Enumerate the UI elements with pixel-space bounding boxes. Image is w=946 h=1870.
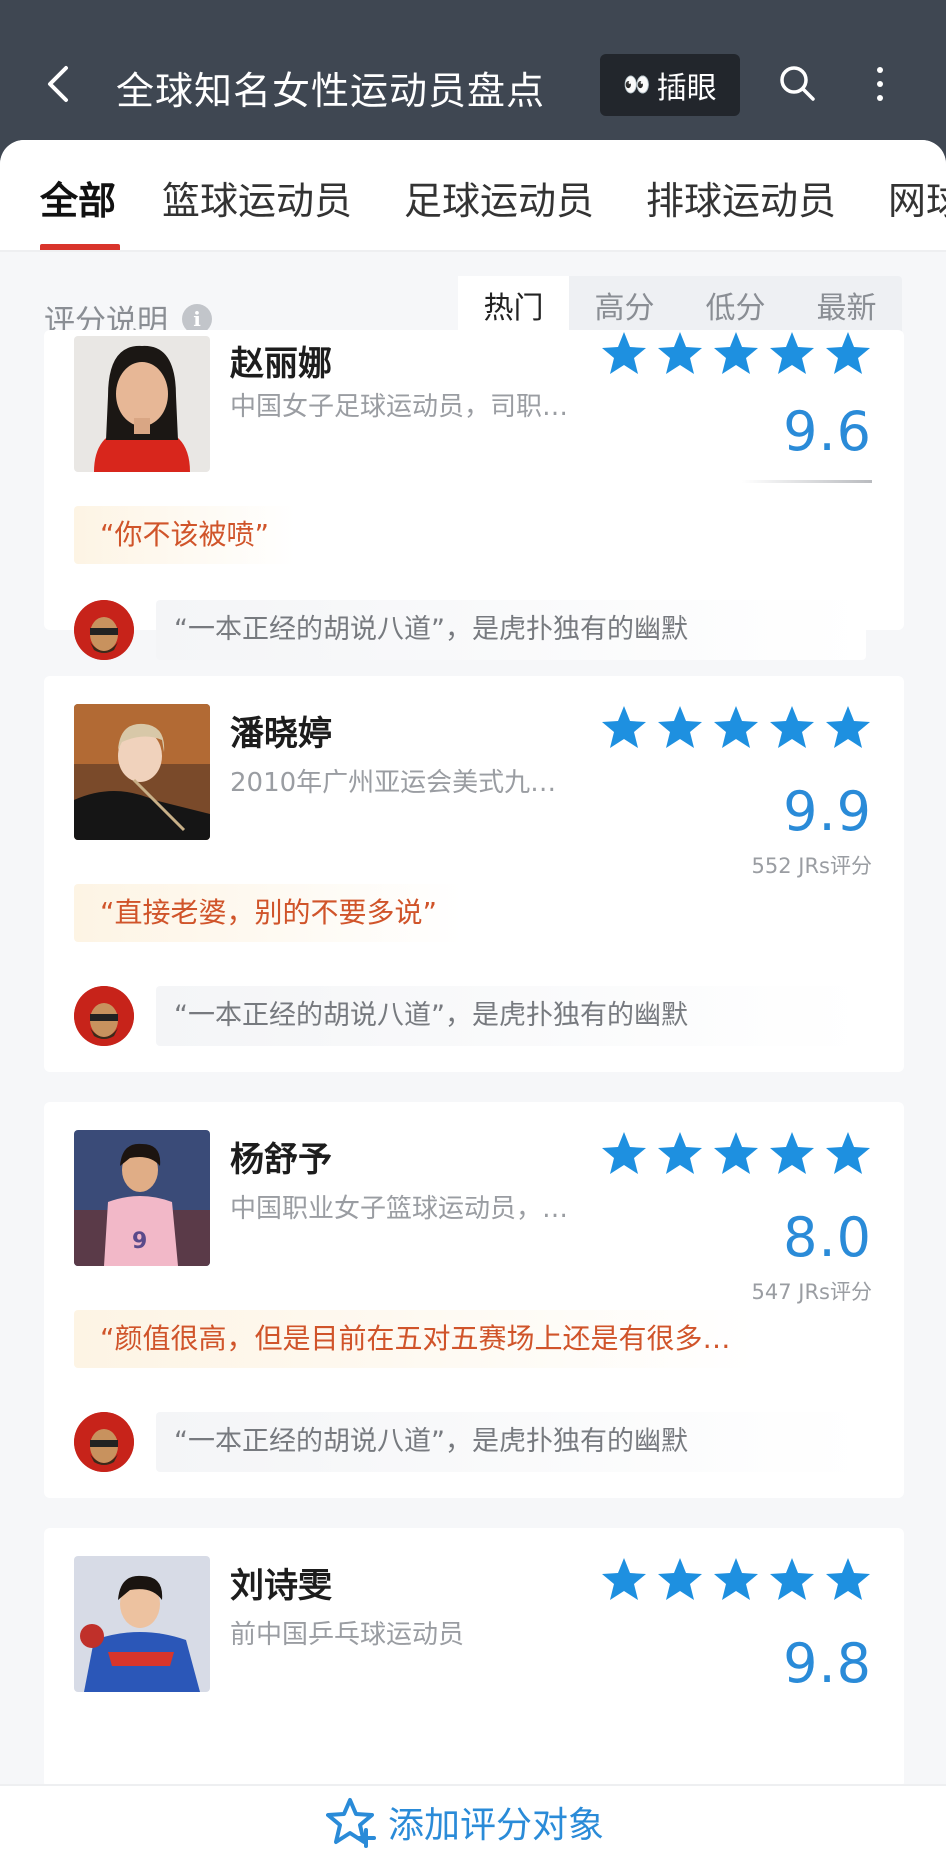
peek-label: 插眼 — [656, 71, 717, 106]
star-rating — [600, 1556, 872, 1602]
athlete-score: 9.9 — [783, 780, 872, 843]
top-bar: 全球知名女性运动员盘点 👀 插眼 — [0, 0, 946, 150]
tab-tennis[interactable]: 网球 — [888, 170, 946, 225]
athlete-card[interactable]: 赵丽娜 中国女子足球运动员，司职… 9.6 “你不该被喷” “一本正经的胡说八道… — [44, 330, 904, 660]
avatar — [74, 986, 134, 1046]
info-icon: i — [182, 303, 212, 334]
top-comment[interactable]: “一本正经的胡说八道”，是虎扑独有的幽默 — [156, 1412, 866, 1472]
active-tab-indicator — [40, 244, 120, 250]
star-icon — [602, 706, 646, 748]
athlete-name: 潘晓婷 — [230, 714, 332, 754]
category-tabs: 全部 篮球运动员 足球运动员 排球运动员 网球 — [0, 140, 946, 252]
star-icon — [826, 332, 870, 374]
athlete-name: 刘诗雯 — [230, 1566, 332, 1606]
top-quote: “颜值很高，但是目前在五对五赛场上还是有很多… — [74, 1310, 757, 1368]
athlete-card[interactable]: 潘晓婷 2010年广州亚运会美式九… 9.9 552 JRs评分 “直接老婆，别… — [44, 676, 904, 1072]
star-icon — [826, 706, 870, 748]
athlete-photo — [74, 1556, 210, 1692]
star-icon — [658, 1558, 702, 1600]
tab-basketball[interactable]: 篮球运动员 — [162, 170, 352, 225]
athlete-card[interactable]: 9 杨舒予 中国职业女子篮球运动员，… 8.0 547 JRs评分 “颜值很高，… — [44, 1102, 904, 1498]
star-icon — [714, 1132, 758, 1174]
peek-button[interactable]: 👀 插眼 — [600, 54, 740, 116]
athlete-photo: 9 — [74, 1130, 210, 1266]
page-title: 全球知名女性运动员盘点 — [116, 69, 546, 113]
star-icon — [770, 706, 814, 748]
star-icon — [826, 1132, 870, 1174]
star-icon — [658, 332, 702, 374]
star-icon — [658, 1132, 702, 1174]
star-icon — [770, 1132, 814, 1174]
votes-count: 552 JRs评分 — [751, 854, 872, 878]
star-icon — [658, 706, 702, 748]
avatar — [74, 600, 134, 660]
tab-football[interactable]: 足球运动员 — [404, 170, 594, 225]
more-vertical-icon[interactable] — [870, 62, 890, 106]
votes-placeholder — [742, 480, 872, 483]
top-quote: “直接老婆，别的不要多说” — [74, 884, 464, 942]
athlete-desc: 中国职业女子篮球运动员，… — [230, 1194, 569, 1224]
avatar — [74, 1412, 134, 1472]
star-rating — [600, 704, 872, 750]
top-quote: “你不该被喷” — [74, 506, 296, 564]
athlete-desc: 中国女子足球运动员，司职… — [230, 392, 569, 422]
star-icon — [602, 1558, 646, 1600]
bottom-action-bar: 添加评分对象 — [0, 1784, 946, 1870]
athlete-name: 杨舒予 — [230, 1140, 332, 1180]
search-icon[interactable] — [776, 62, 818, 104]
athlete-desc: 2010年广州亚运会美式九… — [230, 768, 557, 798]
svg-text:9: 9 — [132, 1229, 147, 1254]
athlete-card[interactable]: 刘诗雯 前中国乒乓球运动员 9.8 — [44, 1528, 904, 1788]
athlete-name: 赵丽娜 — [230, 344, 332, 384]
top-comment[interactable]: “一本正经的胡说八道”，是虎扑独有的幽默 — [156, 986, 866, 1046]
votes-count: 547 JRs评分 — [751, 1280, 872, 1304]
star-icon — [770, 1558, 814, 1600]
star-icon — [714, 1558, 758, 1600]
top-comment[interactable]: “一本正经的胡说八道”，是虎扑独有的幽默 — [156, 600, 866, 660]
star-icon — [714, 332, 758, 374]
star-icon — [770, 332, 814, 374]
athlete-photo — [74, 336, 210, 472]
star-plus-icon — [326, 1798, 376, 1848]
star-rating — [600, 330, 872, 376]
athlete-score: 8.0 — [783, 1206, 872, 1269]
athlete-score: 9.8 — [783, 1632, 872, 1695]
star-icon — [602, 1132, 646, 1174]
tab-volleyball[interactable]: 排球运动员 — [646, 170, 836, 225]
athlete-photo — [74, 704, 210, 840]
athlete-score: 9.6 — [783, 400, 872, 463]
add-rating-target-label: 添加评分对象 — [388, 1805, 605, 1846]
star-icon — [602, 332, 646, 374]
content-sheet: 全部 篮球运动员 足球运动员 排球运动员 网球 评分说明 i 热门 高分 低分 … — [0, 140, 946, 1870]
star-icon — [826, 1558, 870, 1600]
star-icon — [714, 706, 758, 748]
star-rating — [600, 1130, 872, 1176]
chevron-left-icon[interactable] — [40, 62, 76, 106]
eyes-icon: 👀 — [623, 72, 650, 98]
tab-all[interactable]: 全部 — [40, 170, 116, 225]
athlete-desc: 前中国乒乓球运动员 — [230, 1620, 465, 1650]
add-rating-target-button[interactable]: 添加评分对象 — [326, 1796, 604, 1848]
